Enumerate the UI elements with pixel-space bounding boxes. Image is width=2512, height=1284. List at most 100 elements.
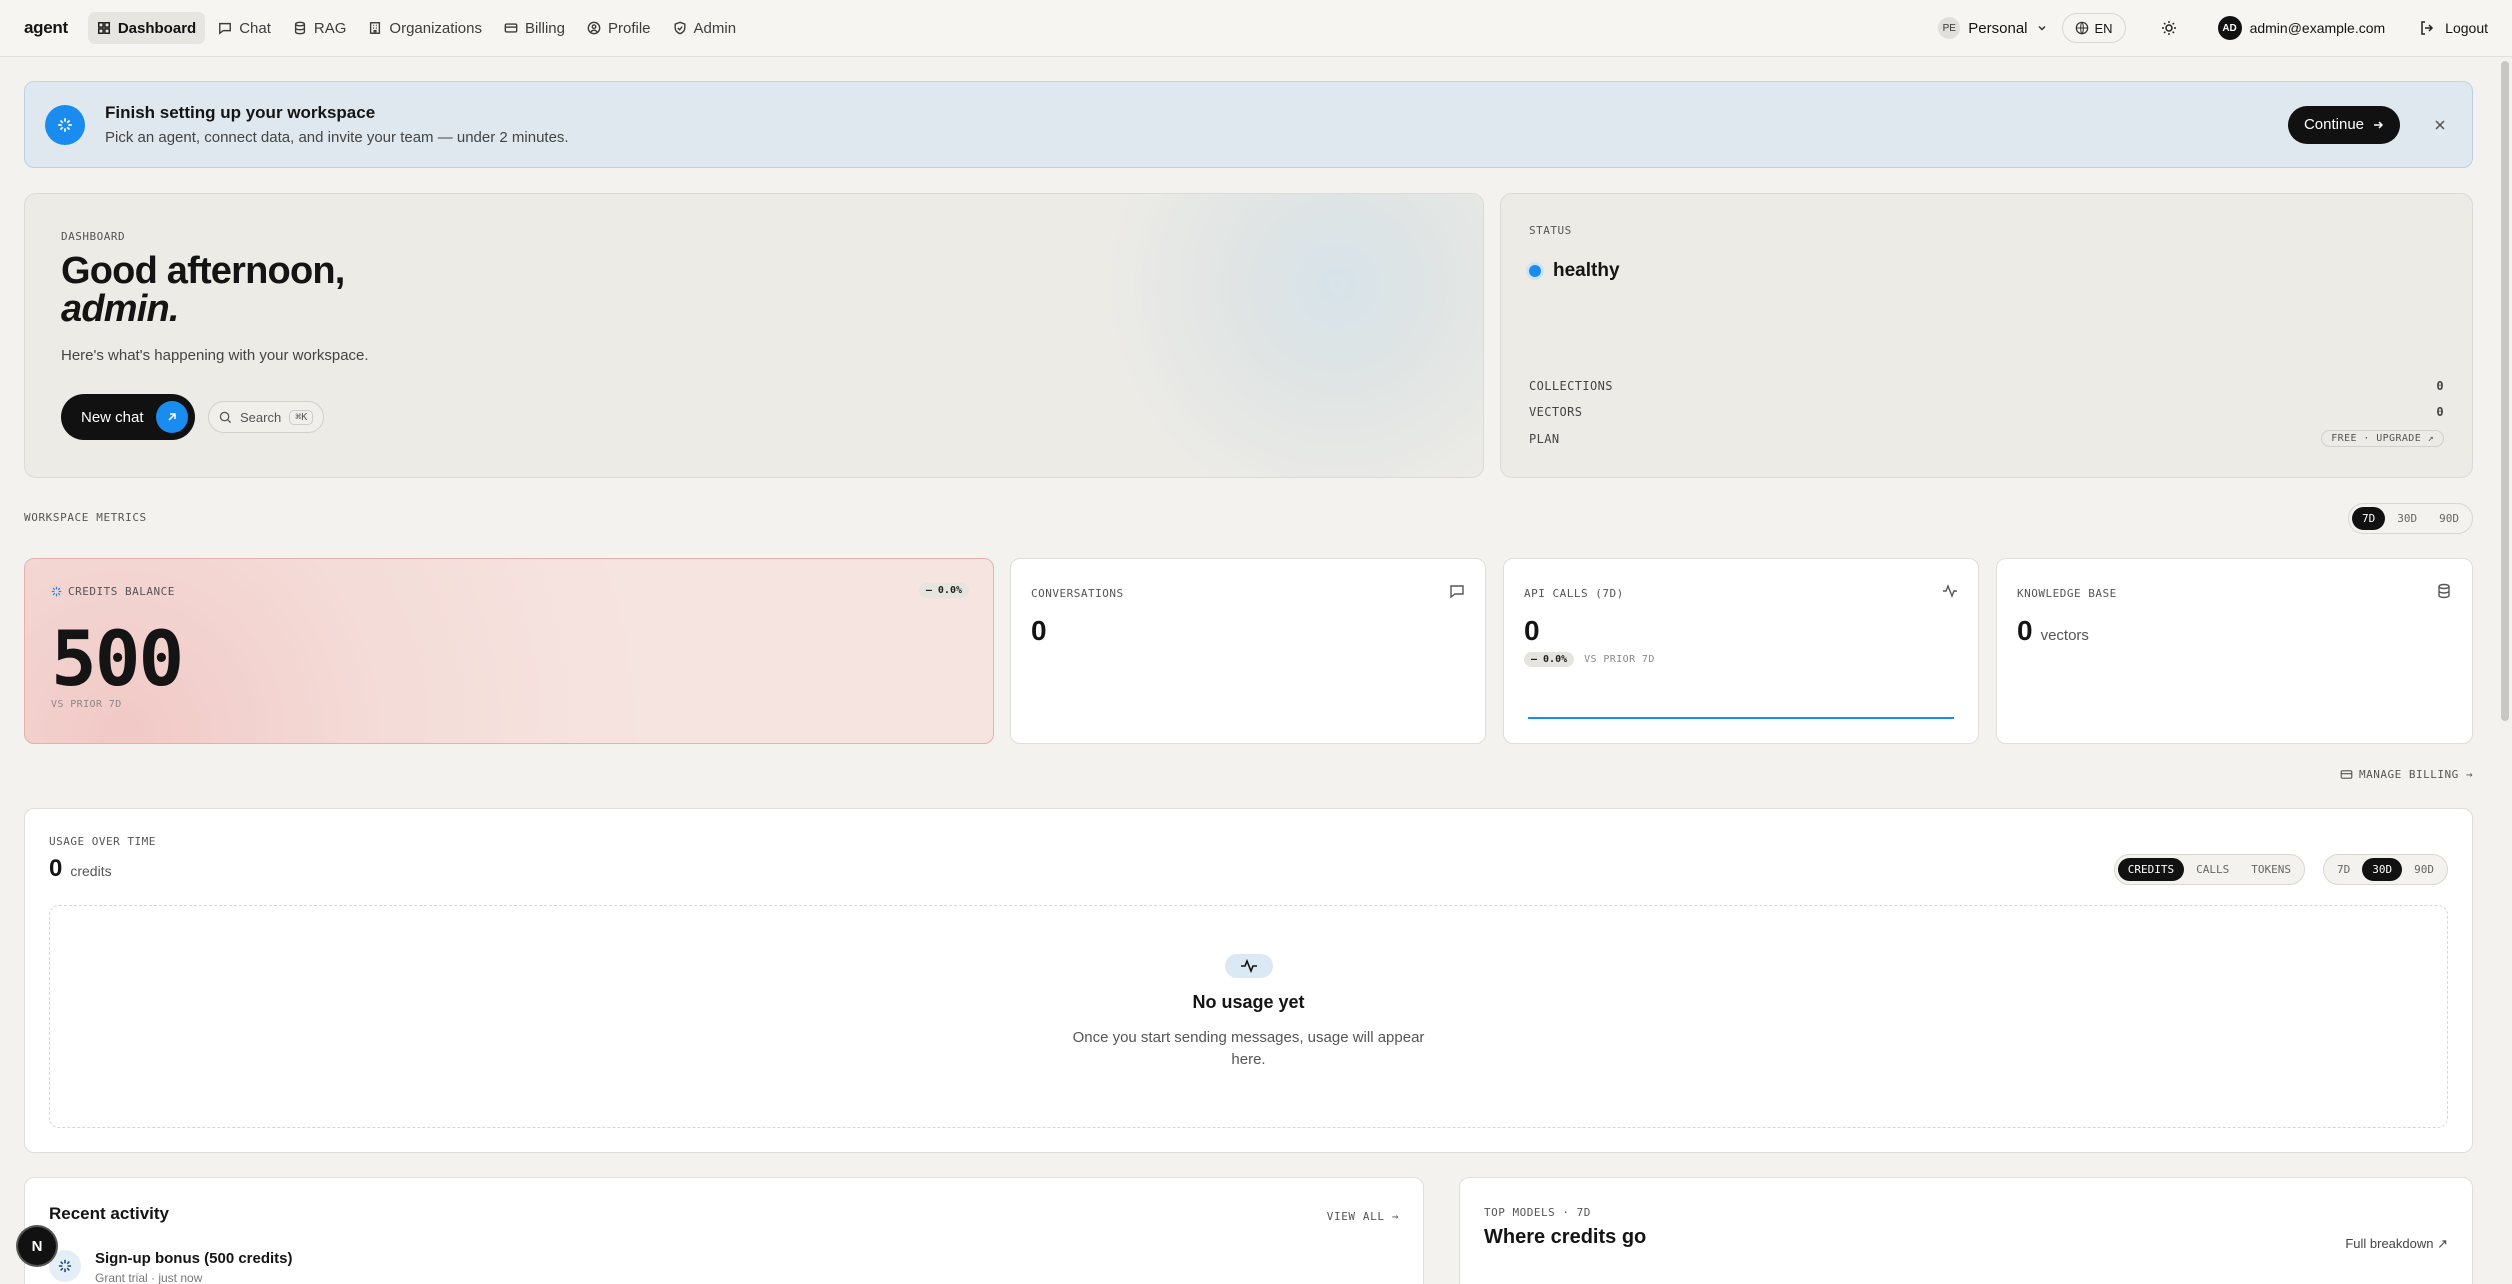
search-icon <box>219 411 232 423</box>
sparkle-icon <box>45 104 85 145</box>
credits-delta: — 0.0% <box>918 583 969 598</box>
greeting-name: admin. <box>61 288 179 330</box>
logout-label: Logout <box>2445 20 2488 36</box>
range-30d[interactable]: 30D <box>2387 507 2427 530</box>
plan-label: PLAN <box>1529 431 1560 446</box>
sparkle-icon <box>51 586 62 597</box>
conversations-card[interactable]: CONVERSATIONS 0 <box>1010 558 1486 744</box>
nav-label: Chat <box>239 19 271 37</box>
logout-button[interactable]: Logout <box>2419 20 2488 36</box>
nav-label: RAG <box>313 19 347 37</box>
close-icon <box>2435 119 2445 130</box>
brand-logo[interactable]: agent <box>24 18 68 38</box>
nav-organizations[interactable]: Organizations <box>359 12 491 44</box>
models-eyebrow: TOP MODELS · 7D <box>1484 1206 1591 1219</box>
credits-value: 500 <box>51 614 184 703</box>
database-icon <box>294 21 305 35</box>
nav-label: Billing <box>524 19 565 37</box>
api-calls-card[interactable]: API CALLS (7D) 0 — 0.0% VS PRIOR 7D <box>1503 558 1979 744</box>
user-menu[interactable]: AD admin@example.com <box>2217 16 2386 40</box>
greeting-line: Good afternoon, <box>61 250 345 292</box>
credits-card[interactable]: CREDITS BALANCE — 0.0% 500 VS PRIOR 7D <box>24 558 994 744</box>
manage-billing-label: MANAGE BILLING → <box>2359 768 2473 781</box>
shield-icon <box>674 21 686 35</box>
nav-rag[interactable]: RAG <box>284 12 356 44</box>
metrics-range-selector: 7D 30D 90D <box>2348 503 2473 534</box>
hero-card: DASHBOARD Good afternoon, admin. Here's … <box>24 193 1484 478</box>
activity-icon <box>1224 954 1273 978</box>
mode-tokens[interactable]: TOKENS <box>2241 858 2301 881</box>
usage-total: 0 credits <box>49 855 112 883</box>
usage-unit: credits <box>70 863 112 879</box>
nav-billing[interactable]: Billing <box>495 12 574 44</box>
page-scrollbar[interactable] <box>2498 57 2512 1284</box>
new-chat-label: New chat <box>81 408 144 426</box>
workspace-name: Personal <box>1968 19 2028 37</box>
search-label: Search <box>240 409 282 425</box>
api-calls-title: API CALLS (7D) <box>1524 587 1624 600</box>
range-7d[interactable]: 7D <box>2352 507 2386 530</box>
activity-item[interactable]: Sign-up bonus (500 credits) Grant trial … <box>49 1250 293 1284</box>
collections-value: 0 <box>2436 379 2444 393</box>
top-nav: agent Dashboard Chat RAG Organizations B… <box>0 0 2512 57</box>
knowledge-base-value-row: 0 vectors <box>2017 615 2089 647</box>
sun-icon <box>2161 21 2176 35</box>
usage-range-30d[interactable]: 30D <box>2362 858 2403 881</box>
dev-tools-badge[interactable]: N <box>18 1227 56 1265</box>
metrics-label: WORKSPACE METRICS <box>24 511 147 524</box>
language-switcher[interactable]: EN <box>2061 13 2126 43</box>
banner-text: Pick an agent, connect data, and invite … <box>105 129 569 146</box>
card-icon <box>2340 770 2353 779</box>
chat-icon <box>219 22 232 35</box>
hero-eyebrow: DASHBOARD <box>61 230 126 243</box>
mode-calls[interactable]: CALLS <box>2186 858 2239 881</box>
chevron-down-icon <box>2037 25 2046 31</box>
plan-row: PLAN FREE · UPGRADE ↗ <box>1529 430 2444 447</box>
database-icon <box>2438 583 2450 599</box>
api-calls-sparkline <box>1528 717 1954 719</box>
usage-range-90d[interactable]: 90D <box>2404 858 2444 881</box>
credits-title-text: CREDITS BALANCE <box>68 585 175 598</box>
theme-toggle[interactable] <box>2154 13 2184 43</box>
user-email: admin@example.com <box>2249 20 2386 36</box>
search-shortcut: ⌘K <box>289 409 314 425</box>
collections-row: COLLECTIONS 0 <box>1529 379 2444 393</box>
status-label: STATUS <box>1529 224 1572 237</box>
nav-admin[interactable]: Admin <box>664 12 746 44</box>
user-circle-icon <box>587 21 601 35</box>
close-banner-button[interactable] <box>2428 113 2452 137</box>
knowledge-base-card[interactable]: KNOWLEDGE BASE 0 vectors <box>1996 558 2473 744</box>
mode-credits[interactable]: CREDITS <box>2117 858 2185 881</box>
new-chat-button[interactable]: New chat <box>61 394 195 440</box>
upgrade-plan-link[interactable]: FREE · UPGRADE ↗ <box>2321 430 2444 447</box>
nav-profile[interactable]: Profile <box>578 12 660 44</box>
workspace-switcher[interactable]: PE Personal <box>1938 17 2047 39</box>
models-title: Where credits go <box>1484 1226 1647 1248</box>
language-label: EN <box>2094 20 2113 36</box>
conversations-title: CONVERSATIONS <box>1031 587 1124 600</box>
greeting: Good afternoon, admin. <box>61 252 345 328</box>
full-breakdown-link[interactable]: Full breakdown ↗ <box>2345 1236 2448 1252</box>
continue-button[interactable]: Continue <box>2287 105 2400 144</box>
view-all-link[interactable]: VIEW ALL → <box>1327 1210 1399 1223</box>
activity-icon <box>1943 584 1957 598</box>
chat-icon <box>1450 585 1464 599</box>
activity-name: Sign-up bonus (500 credits) <box>95 1250 293 1267</box>
vectors-value: 0 <box>2436 405 2444 419</box>
range-90d[interactable]: 90D <box>2429 507 2469 530</box>
building-icon <box>370 22 381 34</box>
user-avatar: AD <box>2217 16 2242 40</box>
api-calls-vs: VS PRIOR 7D <box>1584 654 1655 665</box>
recent-title: Recent activity <box>49 1204 169 1223</box>
credits-vs: VS PRIOR 7D <box>51 699 122 710</box>
manage-billing-link[interactable]: MANAGE BILLING → <box>2340 768 2473 781</box>
nav-dashboard[interactable]: Dashboard <box>87 12 206 44</box>
nav-chat[interactable]: Chat <box>209 12 280 44</box>
credits-title: CREDITS BALANCE <box>51 585 175 598</box>
continue-label: Continue <box>2303 116 2364 133</box>
search-button[interactable]: Search ⌘K <box>208 401 325 433</box>
grid-icon <box>97 22 110 34</box>
usage-range-7d[interactable]: 7D <box>2327 858 2360 881</box>
scrollbar-thumb[interactable] <box>2501 61 2509 721</box>
knowledge-base-value: 0 <box>2017 615 2033 646</box>
